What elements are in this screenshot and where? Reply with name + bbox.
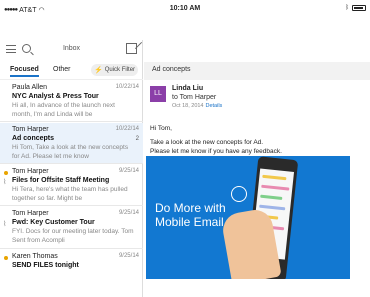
compose-icon[interactable] xyxy=(126,43,137,54)
bluetooth-icon: ᛒ xyxy=(345,5,349,11)
thread-count: 2 xyxy=(135,136,139,142)
message-date: 10/22/14 xyxy=(115,126,139,132)
attachment-icon: ⌇ xyxy=(3,221,7,228)
reading-pane: Ad concepts LL Linda Liu to Tom Harper O… xyxy=(144,40,370,297)
status-right: ᛒ xyxy=(345,5,366,11)
mail-bubble-icon xyxy=(231,186,247,202)
message-preview: Hi Tera, here's what the team has pulled… xyxy=(12,186,128,202)
message-row[interactable]: ⌇ Tom Harper 9/25/14 Files for Offsite S… xyxy=(0,165,143,206)
message-sender: Tom Harper xyxy=(12,168,49,175)
message-date: 10/22/14 xyxy=(115,84,139,90)
tab-other[interactable]: Other xyxy=(53,66,71,73)
promo-text: Do More with Mobile Email xyxy=(155,201,226,229)
message-sender: Tom Harper xyxy=(12,210,49,217)
message-sender: Tom Harper xyxy=(12,126,49,133)
message-date: Oct 18, 2014 xyxy=(172,103,204,109)
body-greeting: Hi Tom, xyxy=(150,125,172,132)
message-subject: NYC Analyst & Press Tour xyxy=(12,93,99,100)
body-line: Take a look at the new concepts for Ad. xyxy=(150,139,264,146)
inbox-title: Inbox xyxy=(62,45,81,52)
message-row[interactable]: Paula Allen 10/22/14 NYC Analyst & Press… xyxy=(0,81,143,122)
from-name: Linda Liu xyxy=(172,85,204,92)
message-preview: Hi all, In advance of the launch next mo… xyxy=(12,102,115,118)
quick-filter-label: Quick Filter xyxy=(104,67,136,73)
message-date: 9/25/14 xyxy=(118,168,139,174)
battery-icon xyxy=(352,5,366,11)
attachment-icon: ⌇ xyxy=(3,179,7,186)
message-subject: Fwd: Key Customer Tour xyxy=(12,219,95,226)
message-preview: FYI. Docs for our meeting later today. T… xyxy=(12,228,134,244)
promo-image: Do More with Mobile Email xyxy=(146,156,350,279)
message-row-selected[interactable]: Tom Harper 10/22/14 Ad concepts 2 Hi Tom… xyxy=(0,123,143,164)
tab-focused[interactable]: Focused xyxy=(10,66,39,77)
inbox-pane: Inbox Focused Other ⚡ Quick Filter Paula… xyxy=(0,40,143,297)
message-preview: Hi Tom, Take a look at the new concepts … xyxy=(12,144,129,160)
quick-filter-button[interactable]: ⚡ Quick Filter xyxy=(91,64,138,76)
status-time: 10:10 AM xyxy=(169,5,201,12)
to-recipient: to Tom Harper xyxy=(172,94,217,101)
mail-app-screen: ●●●●● AT&T ◠ 10:10 AM ᛒ Inbox Focused Ot… xyxy=(0,0,370,297)
message-date: 9/25/14 xyxy=(118,253,139,259)
message-body: Hi Tom, Take a look at the new concepts … xyxy=(150,124,362,156)
inbox-tabs: Focused Other ⚡ Quick Filter xyxy=(0,62,143,80)
message-row[interactable]: Karen Thomas 9/25/14 SEND FILES tonight xyxy=(0,250,143,290)
avatar[interactable]: LL xyxy=(150,86,166,102)
message-subject: SEND FILES tonight xyxy=(12,262,79,269)
message-subject: Ad concepts xyxy=(12,135,55,142)
promo-line-2: Mobile Email xyxy=(155,215,224,229)
flag-dot-icon xyxy=(4,171,8,175)
message-sender: Karen Thomas xyxy=(12,253,58,260)
message-row[interactable]: ⌇ Tom Harper 9/25/14 Fwd: Key Customer T… xyxy=(0,207,143,249)
flag-dot-icon xyxy=(4,256,8,260)
status-bar: ●●●●● AT&T ◠ 10:10 AM ᛒ xyxy=(0,0,370,40)
message-sender: Paula Allen xyxy=(12,84,48,91)
lightning-icon: ⚡ xyxy=(93,67,103,74)
message-date: 9/25/14 xyxy=(118,210,139,216)
inbox-toolbar: Inbox xyxy=(0,40,143,60)
body-line: Please let me know if you have any feedb… xyxy=(150,148,282,155)
details-link[interactable]: Details xyxy=(206,103,223,109)
message-subject: Files for Offsite Staff Meeting xyxy=(12,177,110,184)
promo-line-1: Do More with xyxy=(155,201,226,215)
conversation-title: Ad concepts xyxy=(144,62,370,80)
message-timestamp: Oct 18, 2014 Details xyxy=(172,103,222,109)
